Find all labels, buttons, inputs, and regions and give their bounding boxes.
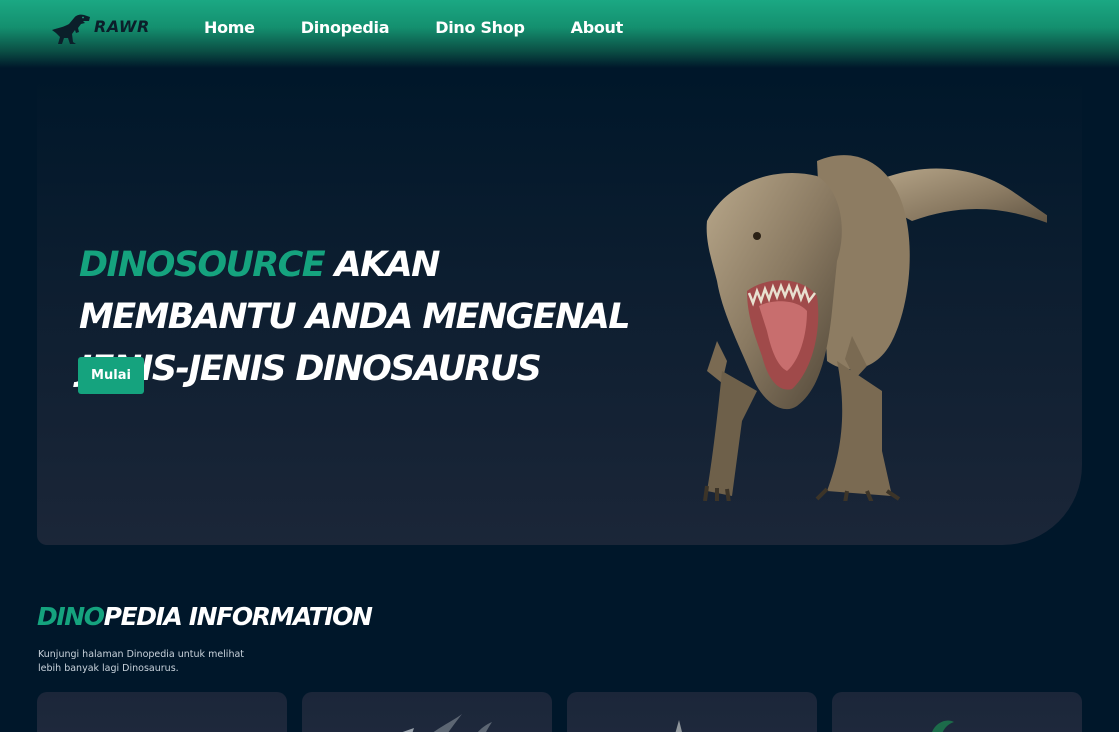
section-description: Kunjungi halaman Dinopedia untuk melihat… (38, 649, 245, 674)
mulai-button[interactable]: Mulai (78, 357, 144, 394)
dino-card[interactable] (37, 692, 287, 732)
t-rex-logo-icon (52, 14, 90, 44)
triceratops-horns-icon (402, 714, 492, 732)
main-nav: Home Dinopedia Dino Shop About (204, 18, 669, 37)
green-dino-icon (932, 720, 954, 732)
nav-dinopedia[interactable]: Dinopedia (301, 18, 390, 37)
navbar: RAWR Home Dinopedia Dino Shop About (0, 0, 1119, 68)
nav-dino-shop[interactable]: Dino Shop (435, 18, 525, 37)
nav-about[interactable]: About (571, 18, 624, 37)
logo[interactable]: RAWR (50, 12, 150, 46)
hero-panel: DINOSOURCE AKAN MEMBANTU ANDA MENGENAL J… (37, 76, 1082, 545)
section-title-accent: DINO (37, 602, 105, 631)
dino-spike-icon (675, 720, 682, 732)
hero-title: DINOSOURCE AKAN MEMBANTU ANDA MENGENAL J… (79, 239, 639, 395)
t-rex-illustration (703, 155, 1047, 501)
dino-head-icon (37, 692, 287, 732)
dino-card[interactable] (567, 692, 817, 732)
logo-text: RAWR (94, 16, 150, 36)
dino-card[interactable] (832, 692, 1082, 732)
dino-card-list (37, 692, 1097, 732)
nav-home[interactable]: Home (204, 18, 255, 37)
section-title-rest: PEDIA INFORMATION (103, 602, 373, 631)
hero-title-accent: DINOSOURCE (79, 245, 326, 285)
section-title: DINOPEDIA INFORMATION (37, 602, 373, 631)
dino-card[interactable] (302, 692, 552, 732)
